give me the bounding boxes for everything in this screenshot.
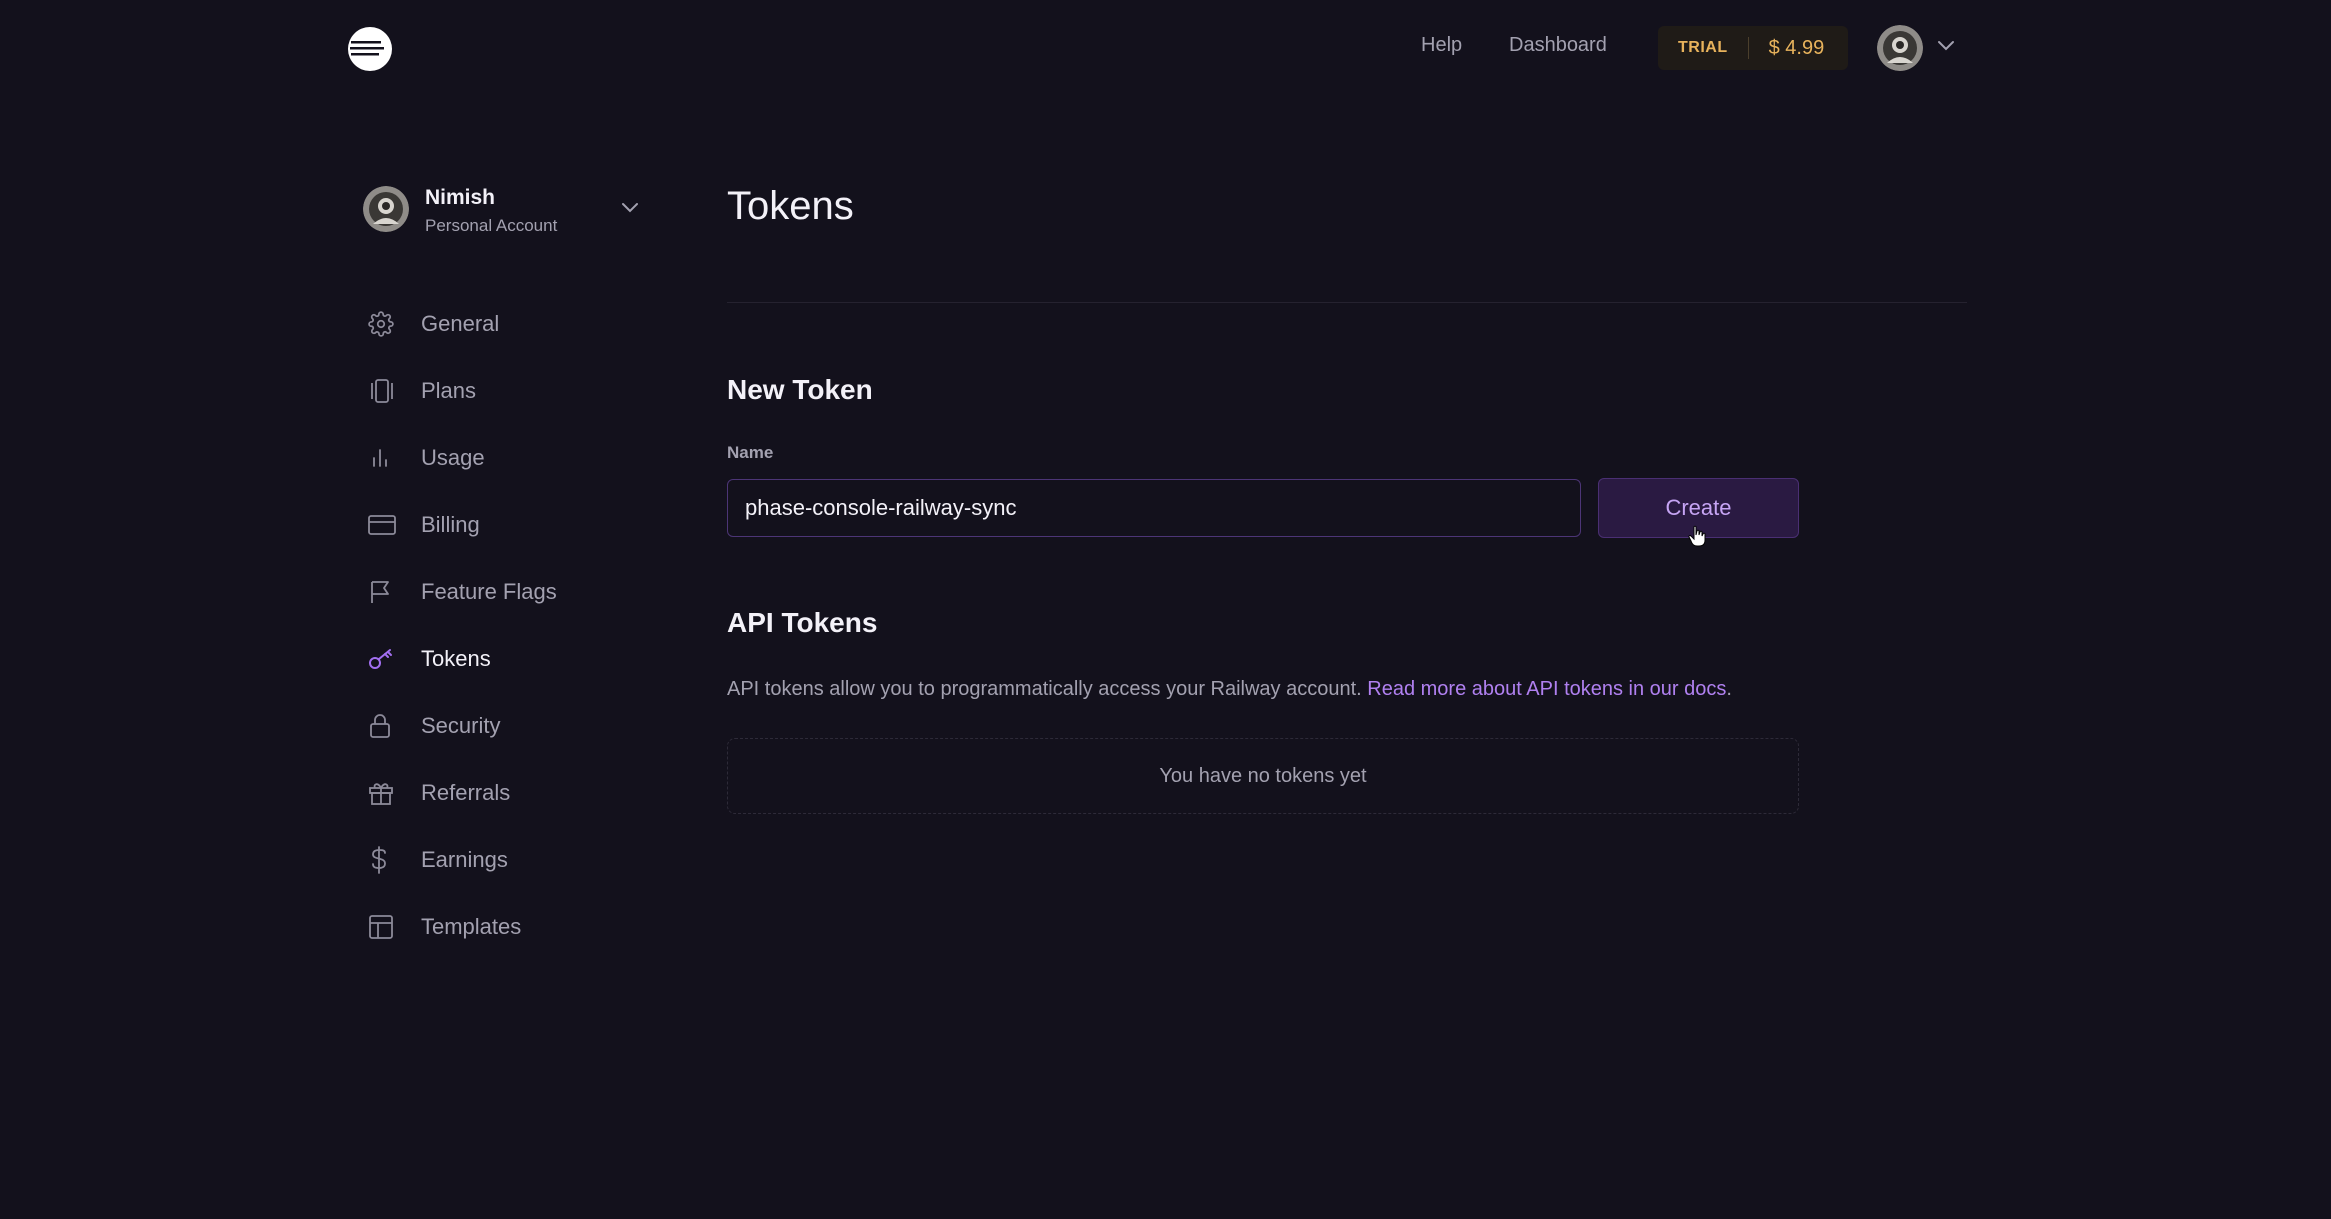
sidebar-item-templates[interactable]: Templates <box>363 893 663 960</box>
new-token-heading: New Token <box>727 374 873 405</box>
sidebar-item-label: Security <box>421 712 501 738</box>
avatar-image <box>1877 25 1923 71</box>
sidebar-item-referrals[interactable]: Referrals <box>363 759 663 826</box>
key-icon <box>363 644 403 674</box>
empty-tokens-message: You have no tokens yet <box>1159 764 1367 787</box>
sidebar-item-plans[interactable]: Plans <box>363 357 663 424</box>
user-avatar[interactable] <box>1877 25 1923 71</box>
account-avatar <box>363 186 409 232</box>
dollar-icon <box>363 845 403 875</box>
sidebar-item-label: Templates <box>421 913 522 939</box>
sidebar-item-general[interactable]: General <box>363 290 663 357</box>
plans-icon <box>363 376 403 406</box>
sidebar-item-label: Usage <box>421 444 485 470</box>
settings-sidebar: General Plans Usage Billing Feature Flag… <box>363 290 663 960</box>
description-text: API tokens allow you to programmatically… <box>727 678 1362 700</box>
account-switcher[interactable]: Nimish Personal Account <box>363 184 643 240</box>
sidebar-item-usage[interactable]: Usage <box>363 424 663 491</box>
railway-logo-icon[interactable] <box>347 26 393 72</box>
sidebar-item-label: Referrals <box>421 779 511 805</box>
page-title: Tokens <box>727 184 854 228</box>
avatar-image <box>363 186 409 232</box>
credit-card-icon <box>363 510 403 540</box>
hand-cursor-icon <box>1688 525 1706 547</box>
chevron-down-icon <box>622 203 638 213</box>
empty-tokens-box: You have no tokens yet <box>727 738 1799 814</box>
trial-credit-badge[interactable]: TRIAL $ 4.99 <box>1658 26 1848 70</box>
sidebar-item-label: Plans <box>421 377 477 403</box>
sidebar-item-earnings[interactable]: Earnings <box>363 826 663 893</box>
gear-icon <box>363 309 403 339</box>
api-tokens-description: API tokens allow you to programmatically… <box>727 678 1732 701</box>
account-type: Personal Account <box>425 216 558 235</box>
trial-amount: $ 4.99 <box>1768 36 1825 59</box>
gift-icon <box>363 778 403 808</box>
sidebar-item-label: Earnings <box>421 846 508 872</box>
token-name-label: Name <box>727 443 774 462</box>
trial-tag: TRIAL <box>1678 39 1728 56</box>
top-bar: Help Dashboard TRIAL $ 4.99 <box>0 0 2331 96</box>
sidebar-item-label: General <box>421 310 500 336</box>
help-link[interactable]: Help <box>1421 34 1462 57</box>
sidebar-item-security[interactable]: Security <box>363 692 663 759</box>
chevron-down-icon[interactable] <box>1937 40 1955 52</box>
docs-link[interactable]: Read more about API tokens in our docs <box>1367 678 1726 700</box>
dashboard-link[interactable]: Dashboard <box>1509 34 1607 57</box>
token-name-input[interactable] <box>727 479 1581 537</box>
title-divider <box>727 302 1967 303</box>
bar-chart-icon <box>363 443 403 473</box>
template-icon <box>363 912 403 942</box>
sidebar-item-label: Tokens <box>421 645 491 671</box>
sidebar-item-label: Billing <box>421 511 480 537</box>
sidebar-item-billing[interactable]: Billing <box>363 491 663 558</box>
sidebar-item-feature-flags[interactable]: Feature Flags <box>363 558 663 625</box>
flag-icon <box>363 577 403 607</box>
sidebar-item-tokens[interactable]: Tokens <box>363 625 663 692</box>
api-tokens-heading: API Tokens <box>727 607 878 638</box>
description-end: . <box>1726 678 1732 700</box>
lock-icon <box>363 711 403 741</box>
trial-separator <box>1747 37 1749 59</box>
account-name: Nimish <box>425 186 496 209</box>
sidebar-item-label: Feature Flags <box>421 578 557 604</box>
